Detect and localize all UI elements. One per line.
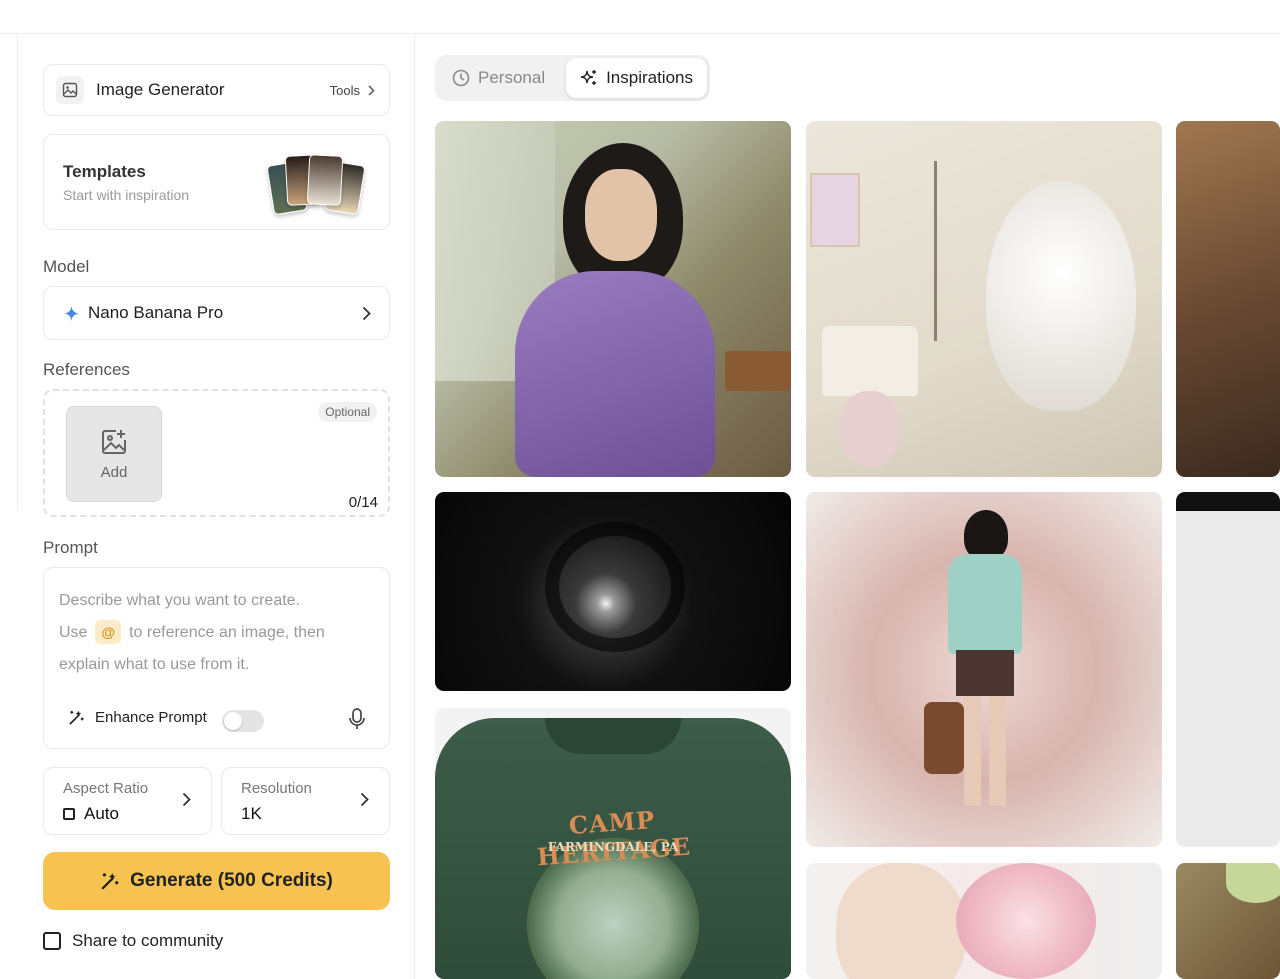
image-hair bbox=[964, 510, 1008, 560]
chevron-right-icon bbox=[182, 792, 191, 807]
image-lamp-shade bbox=[822, 326, 918, 396]
gallery-image-angel-wings-room[interactable] bbox=[806, 121, 1162, 477]
templates-title: Templates bbox=[63, 162, 146, 181]
templates-card[interactable]: Templates Start with inspiration bbox=[43, 134, 390, 230]
prompt-placeholder-line3: explain what to use from it. bbox=[59, 656, 250, 673]
sparkle-star-icon bbox=[64, 305, 79, 321]
resolution-selector[interactable]: Resolution 1K bbox=[221, 767, 390, 835]
tshirt-print-subtitle: FARMINGDALE, PA bbox=[547, 840, 679, 854]
gallery-image-green-tshirt[interactable]: CAMP HERITAGE FARMINGDALE, PA bbox=[435, 708, 791, 979]
gallery-image-woman-purple-dress[interactable] bbox=[435, 121, 791, 477]
image-face bbox=[585, 169, 657, 261]
resolution-value: 1K bbox=[241, 804, 262, 823]
image-top-bar bbox=[1176, 492, 1280, 511]
prompt-placeholder-use: Use bbox=[59, 624, 88, 641]
references-section-label: References bbox=[43, 360, 130, 379]
aspect-ratio-label: Aspect Ratio bbox=[63, 780, 149, 797]
square-icon bbox=[63, 808, 75, 820]
image-dress bbox=[515, 271, 715, 477]
gallery-image-wood-table[interactable] bbox=[1176, 863, 1280, 979]
image-icon bbox=[56, 76, 84, 104]
aspect-ratio-value: Auto bbox=[63, 804, 119, 824]
share-to-community[interactable]: Share to community bbox=[43, 931, 223, 951]
gallery-image-woman-peony[interactable] bbox=[806, 863, 1162, 979]
chevron-right-icon bbox=[360, 792, 369, 807]
image-cup bbox=[1226, 863, 1280, 903]
tab-inspirations-label: Inspirations bbox=[606, 68, 693, 87]
aspect-ratio-selector[interactable]: Aspect Ratio Auto bbox=[43, 767, 212, 835]
magic-wand-icon bbox=[101, 873, 119, 890]
image-sweater bbox=[948, 554, 1022, 654]
chevron-right-icon bbox=[362, 306, 371, 320]
tools-link[interactable]: Tools bbox=[330, 83, 375, 98]
aspect-ratio-text: Auto bbox=[84, 804, 119, 823]
model-name: Nano Banana Pro bbox=[88, 303, 224, 322]
image-legs bbox=[964, 696, 1006, 806]
add-label: Add bbox=[100, 463, 128, 481]
share-checkbox[interactable] bbox=[43, 932, 61, 950]
generate-button[interactable]: Generate (500 Credits) bbox=[43, 852, 390, 910]
prompt-input[interactable]: Describe what you want to create. Use @ to… bbox=[43, 567, 390, 749]
image-lamp-base bbox=[840, 391, 900, 467]
clock-icon bbox=[452, 69, 470, 87]
gallery-image-moon-night[interactable] bbox=[435, 492, 791, 691]
prompt-placeholder-line1: Describe what you want to create. bbox=[59, 592, 301, 609]
image-wings bbox=[986, 181, 1136, 411]
image-generator-selector[interactable]: Image Generator Tools bbox=[43, 64, 390, 116]
generator-panel: Image Generator Tools Templates Start wi… bbox=[18, 34, 415, 979]
top-bar bbox=[0, 0, 1280, 34]
gallery-image-brown-fabric[interactable] bbox=[1176, 121, 1280, 477]
add-reference-button[interactable]: Add bbox=[66, 406, 162, 502]
image-collar bbox=[545, 718, 681, 754]
references-dropzone[interactable]: Add Optional 0/14 bbox=[43, 389, 390, 517]
model-section-label: Model bbox=[43, 257, 90, 276]
generator-title: Image Generator bbox=[96, 80, 225, 99]
left-rail bbox=[0, 34, 18, 510]
prompt-placeholder-line2: Use @ to reference an image, then bbox=[59, 620, 325, 644]
chevron-right-icon bbox=[368, 84, 375, 96]
at-mention-chip: @ bbox=[95, 620, 122, 644]
tools-label: Tools bbox=[329, 82, 360, 98]
image-foliage bbox=[545, 522, 685, 652]
prompt-section-label: Prompt bbox=[43, 538, 98, 557]
prompt-placeholder-reference: to reference an image, then bbox=[129, 624, 325, 641]
image-frame bbox=[810, 173, 860, 247]
image-bag bbox=[924, 702, 964, 774]
image-skirt bbox=[956, 650, 1014, 696]
tab-inspirations[interactable]: Inspirations bbox=[566, 58, 707, 98]
enhance-prompt-label: Enhance Prompt bbox=[95, 709, 207, 726]
image-peony bbox=[956, 863, 1096, 979]
enhance-prompt: Enhance Prompt bbox=[68, 709, 207, 726]
tab-personal-label: Personal bbox=[478, 68, 546, 87]
enhance-prompt-toggle[interactable] bbox=[222, 710, 264, 732]
model-selector[interactable]: Nano Banana Pro bbox=[43, 286, 390, 340]
resolution-label: Resolution bbox=[241, 780, 312, 797]
image-rosary bbox=[934, 161, 937, 341]
image-plus-icon bbox=[102, 429, 126, 454]
template-thumbnails bbox=[266, 153, 366, 217]
image-face bbox=[836, 863, 966, 979]
gallery-tabs: Personal Inspirations bbox=[435, 55, 710, 101]
magic-wand-icon bbox=[69, 710, 84, 725]
share-label: Share to community bbox=[72, 931, 224, 950]
microphone-icon[interactable] bbox=[349, 708, 365, 730]
reference-count: 0/14 bbox=[348, 494, 378, 511]
toggle-knob bbox=[224, 712, 242, 730]
image-table bbox=[725, 351, 791, 391]
sparkles-icon bbox=[580, 70, 597, 85]
templates-subtitle: Start with inspiration bbox=[63, 187, 190, 203]
tab-personal[interactable]: Personal bbox=[438, 58, 559, 98]
gallery-image-woman-blurred-face[interactable] bbox=[806, 492, 1162, 847]
optional-badge: Optional bbox=[318, 402, 377, 422]
generate-button-label: Generate (500 Credits) bbox=[130, 870, 333, 891]
gallery-image-placeholder[interactable] bbox=[1176, 492, 1280, 847]
